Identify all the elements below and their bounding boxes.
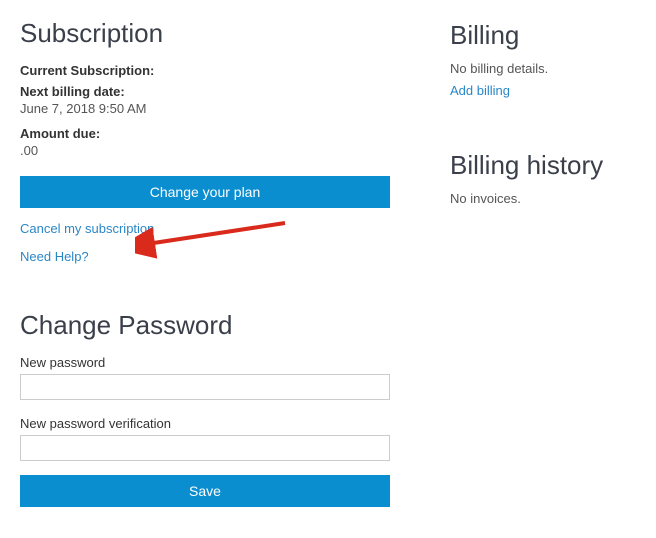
need-help-link[interactable]: Need Help? — [20, 249, 89, 264]
billing-heading: Billing — [450, 20, 636, 51]
verify-password-label: New password verification — [20, 416, 390, 431]
subscription-heading: Subscription — [20, 18, 390, 49]
change-plan-button[interactable]: Change your plan — [20, 176, 390, 208]
add-billing-link[interactable]: Add billing — [450, 83, 510, 98]
no-billing-text: No billing details. — [450, 61, 636, 76]
no-invoices-text: No invoices. — [450, 191, 636, 206]
next-billing-value: June 7, 2018 9:50 AM — [20, 101, 390, 116]
billing-history-heading: Billing history — [450, 150, 636, 181]
change-password-heading: Change Password — [20, 310, 390, 341]
cancel-subscription-link[interactable]: Cancel my subscription — [20, 221, 154, 236]
new-password-input[interactable] — [20, 374, 390, 400]
amount-due-label: Amount due: — [20, 126, 390, 141]
new-password-label: New password — [20, 355, 390, 370]
save-password-button[interactable]: Save — [20, 475, 390, 507]
next-billing-label: Next billing date: — [20, 84, 390, 99]
amount-due-value: .00 — [20, 143, 390, 158]
current-subscription-label: Current Subscription: — [20, 63, 390, 78]
verify-password-input[interactable] — [20, 435, 390, 461]
